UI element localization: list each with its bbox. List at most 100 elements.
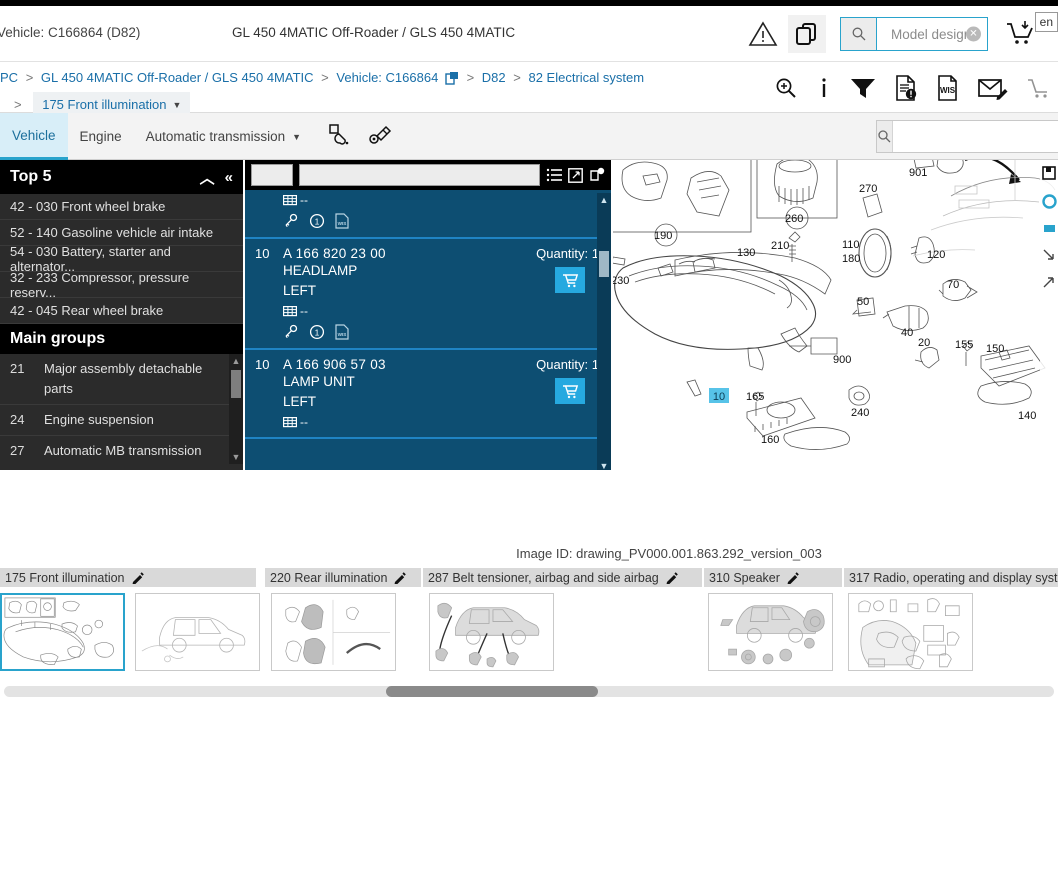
- thumbnail-group-header[interactable]: 220 Rear illumination: [265, 568, 423, 587]
- top5-item[interactable]: 32 - 233 Compressor, pressure reserv...: [0, 270, 243, 300]
- thumbnail-group-header[interactable]: 175 Front illumination: [0, 568, 258, 587]
- mail-edit-icon[interactable]: [978, 76, 1008, 100]
- parts-drawing[interactable]: 901 270 260 190 130 210 110 180 120 230 …: [613, 160, 1058, 470]
- add-to-cart-button[interactable]: [555, 378, 585, 404]
- document-copy-icon[interactable]: [445, 70, 459, 92]
- search-icon[interactable]: [877, 121, 893, 152]
- top5-item[interactable]: 54 - 030 Battery, starter and alternator…: [0, 244, 243, 274]
- language-selector[interactable]: en: [1034, 12, 1058, 32]
- thumbnail-card[interactable]: [271, 593, 396, 671]
- chevron-up-icon[interactable]: ︿: [200, 167, 215, 188]
- part-row-partial[interactable]: -- 1 WIS: [245, 193, 611, 239]
- edit-icon[interactable]: [393, 571, 407, 584]
- breadcrumb-item-0[interactable]: PC: [0, 70, 18, 85]
- main-group-label: Engine suspension: [44, 412, 154, 427]
- scroll-up-icon[interactable]: ▲: [597, 193, 611, 207]
- model-design-search[interactable]: Model design ✕: [840, 17, 988, 51]
- top5-item[interactable]: 42 - 045 Rear wheel brake: [0, 298, 243, 324]
- top5-item[interactable]: 52 - 140 Gasoline vehicle air intake: [0, 220, 243, 246]
- drawing-marker-icon[interactable]: [1043, 222, 1056, 238]
- main-group-row[interactable]: 21 Major assembly detachable parts: [0, 354, 243, 405]
- part-grid-indicator: --: [283, 415, 601, 429]
- key-icon[interactable]: [283, 213, 299, 229]
- note-number-icon[interactable]: 1: [309, 213, 325, 229]
- duplicate-window-icon[interactable]: [589, 167, 605, 183]
- filter-icon[interactable]: [850, 76, 876, 100]
- top5-item[interactable]: 42 - 030 Front wheel brake: [0, 194, 243, 220]
- model-design-field[interactable]: Model design ✕: [877, 18, 987, 50]
- wis-document-icon[interactable]: WIS: [335, 324, 349, 340]
- main-group-row[interactable]: 24 Engine suspension: [0, 405, 243, 436]
- svg-text:180: 180: [842, 253, 860, 265]
- parts-search-input[interactable]: [893, 121, 1058, 152]
- collapse-sidebar-icon[interactable]: «: [225, 169, 233, 186]
- document-alert-icon[interactable]: [894, 74, 918, 101]
- edit-icon[interactable]: [786, 571, 799, 584]
- part-position: 10: [255, 246, 270, 261]
- thumbnail-card[interactable]: [0, 593, 125, 671]
- scroll-down-icon[interactable]: ▼: [229, 450, 243, 464]
- warning-icon[interactable]: [748, 19, 778, 49]
- breadcrumb-item-1[interactable]: GL 450 4MATIC Off-Roader / GLS 450 4MATI…: [41, 70, 314, 85]
- top5-title: Top 5: [10, 168, 52, 185]
- parts-search-box[interactable]: [876, 120, 1058, 153]
- shopping-cart-icon[interactable]: [1004, 19, 1036, 49]
- breadcrumb-item-3[interactable]: D82: [482, 70, 506, 85]
- thumbnail-card[interactable]: [848, 593, 973, 671]
- tab-icon-group: '': [313, 113, 393, 160]
- copy-icon-button[interactable]: [788, 15, 826, 53]
- thumbnail-horizontal-scrollbar[interactable]: [4, 686, 1054, 697]
- search-icon[interactable]: [841, 18, 877, 50]
- tab-vehicle[interactable]: Vehicle: [0, 113, 68, 160]
- parts-filter-input[interactable]: [299, 164, 540, 186]
- drawing-arrow-up-icon[interactable]: [1042, 275, 1056, 292]
- main-groups-title: Main groups: [0, 324, 243, 354]
- main-groups-scrollbar[interactable]: ▲ ▼: [229, 354, 243, 464]
- scrollbar-thumb[interactable]: [386, 686, 598, 697]
- parts-list-scrollbar[interactable]: ▲ ▼: [597, 193, 611, 470]
- info-icon[interactable]: [816, 76, 832, 100]
- thumbnail-group-title: 220 Rear illumination: [270, 570, 388, 585]
- zoom-in-icon[interactable]: [774, 76, 798, 100]
- tab-automatic-transmission[interactable]: Automatic transmission ▼: [134, 113, 313, 160]
- equipment-code-icon[interactable]: [367, 122, 393, 151]
- tab-engine[interactable]: Engine: [68, 113, 134, 160]
- scrollbar-thumb[interactable]: [231, 370, 241, 398]
- tab-bar: Vehicle Engine Automatic transmission ▼ …: [0, 113, 1058, 160]
- cart-outline-icon[interactable]: [1026, 76, 1052, 100]
- breadcrumb-item-2[interactable]: Vehicle: C166864: [336, 70, 438, 85]
- thumbnail-card[interactable]: [429, 593, 554, 671]
- model-design-placeholder: Model design: [891, 26, 972, 42]
- main-group-row[interactable]: 27 Automatic MB transmission: [0, 436, 243, 464]
- scrollbar-thumb[interactable]: [599, 251, 609, 277]
- paint-code-icon[interactable]: '': [327, 122, 353, 151]
- svg-text:'': '': [333, 123, 335, 128]
- wis-document-icon[interactable]: WIS: [936, 74, 960, 101]
- part-row[interactable]: 10 A 166 820 23 00 HEADLAMP LEFT -- 1 WI…: [245, 239, 611, 350]
- add-to-cart-button[interactable]: [555, 267, 585, 293]
- thumbnail-card[interactable]: [708, 593, 833, 671]
- drawing-print-icon[interactable]: [1041, 166, 1057, 184]
- wis-document-icon[interactable]: WIS: [335, 213, 349, 229]
- chevron-down-icon[interactable]: ▼: [292, 132, 301, 142]
- thumbnail-card[interactable]: [135, 593, 260, 671]
- thumbnail-group-header[interactable]: 317 Radio, operating and display system: [844, 568, 1058, 587]
- scroll-down-icon[interactable]: ▼: [597, 459, 611, 470]
- svg-text:160: 160: [761, 434, 779, 446]
- list-view-icon[interactable]: [546, 167, 562, 183]
- key-icon[interactable]: [283, 324, 299, 340]
- note-number-icon[interactable]: 1: [309, 324, 325, 340]
- part-row[interactable]: 10 A 166 906 57 03 LAMP UNIT LEFT -- Qua…: [245, 350, 611, 439]
- svg-text:70: 70: [947, 279, 959, 291]
- drawing-zoom-icon[interactable]: [1041, 194, 1057, 212]
- thumbnail-group-header[interactable]: 287 Belt tensioner, airbag and side airb…: [423, 568, 704, 587]
- close-icon[interactable]: ✕: [966, 26, 981, 42]
- edit-icon[interactable]: [665, 571, 678, 584]
- drawing-arrow-down-icon[interactable]: [1042, 248, 1056, 265]
- expand-icon[interactable]: [568, 167, 583, 183]
- edit-icon[interactable]: [131, 571, 144, 584]
- scroll-up-icon[interactable]: ▲: [229, 354, 243, 368]
- thumbnail-group-header[interactable]: 310 Speaker: [704, 568, 844, 587]
- parts-filter-dropdown[interactable]: [251, 164, 293, 186]
- breadcrumb-item-4[interactable]: 82 Electrical system: [528, 70, 644, 85]
